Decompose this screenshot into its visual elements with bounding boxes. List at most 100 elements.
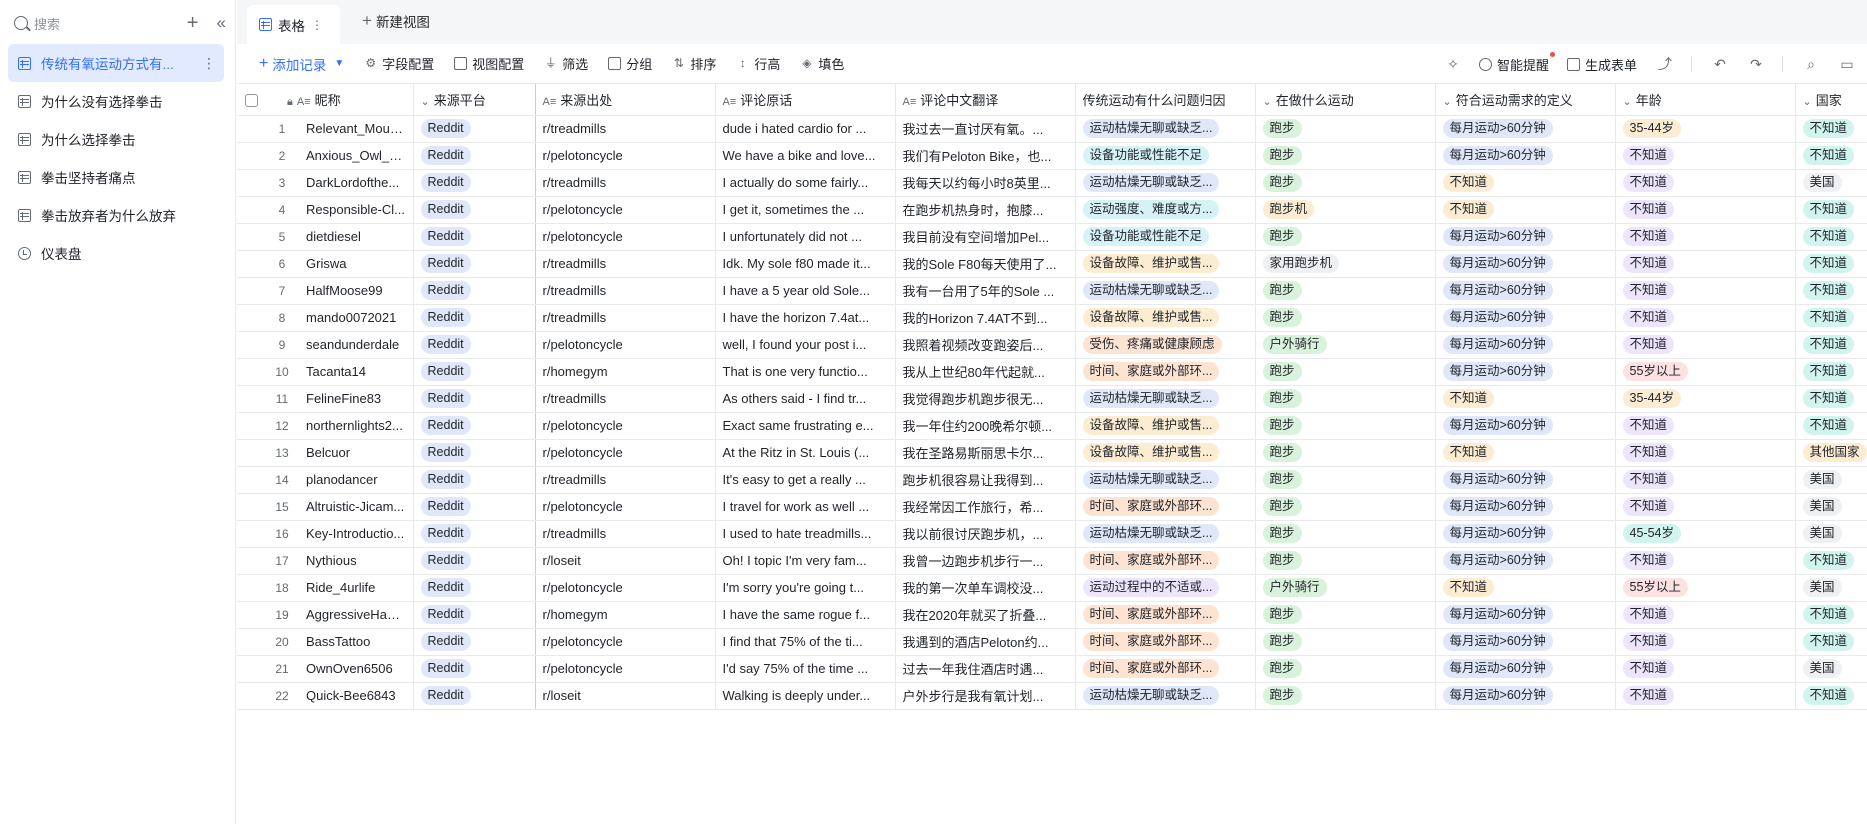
cell-age[interactable]: 不知道 bbox=[1615, 142, 1796, 170]
cell-translation[interactable]: 我经常因工作旅行，希... bbox=[895, 493, 1076, 521]
row-select-cell[interactable] bbox=[237, 547, 265, 575]
table-row[interactable]: 16 Key-Introductio... Reddit r/treadmills I … bbox=[237, 520, 1867, 548]
cell-country[interactable]: 不知道 bbox=[1795, 250, 1867, 278]
cell-translation[interactable]: 户外步行是我有氧计划... bbox=[895, 682, 1076, 710]
table-row[interactable]: 4 Responsible-Cl... Reddit r/pelotoncycle I … bbox=[237, 196, 1867, 224]
cell-problem[interactable]: 设备功能或性能不足 bbox=[1075, 142, 1256, 170]
cell-age[interactable]: 不知道 bbox=[1615, 277, 1796, 305]
cell-problem[interactable]: 运动枯燥无聊或缺乏... bbox=[1075, 682, 1256, 710]
cell-platform[interactable]: Reddit bbox=[413, 601, 536, 629]
cell-country[interactable]: 其他国家 bbox=[1795, 439, 1867, 467]
cell-activity[interactable]: 跑步 bbox=[1255, 385, 1436, 413]
cell-activity[interactable]: 跑步机 bbox=[1255, 196, 1436, 224]
cell-nickname[interactable]: FelineFine83 bbox=[299, 385, 414, 413]
cell-original[interactable]: Walking is deeply under... bbox=[715, 682, 896, 710]
cell-translation[interactable]: 我的Horizon 7.4AT不到... bbox=[895, 304, 1076, 332]
smart-reminder-button[interactable]: 智能提醒 bbox=[1478, 51, 1555, 74]
cell-problem[interactable]: 时间、家庭或外部环... bbox=[1075, 655, 1256, 683]
sidebar-item[interactable]: 为什么选择拳击 bbox=[8, 120, 224, 158]
cell-platform[interactable]: Reddit bbox=[413, 331, 536, 359]
cell-age[interactable]: 不知道 bbox=[1615, 196, 1796, 224]
table-row[interactable]: 1 Relevant_Moun... Reddit r/treadmills dude … bbox=[237, 115, 1867, 143]
table-row[interactable]: 2 Anxious_Owl_6... Reddit r/pelotoncycle We … bbox=[237, 142, 1867, 170]
chevron-down-icon[interactable]: ▼ bbox=[334, 58, 344, 69]
cell-problem[interactable]: 设备故障、维护或售... bbox=[1075, 412, 1256, 440]
sidebar-item[interactable]: 仪表盘 bbox=[8, 234, 224, 272]
cell-platform[interactable]: Reddit bbox=[413, 358, 536, 386]
cell-translation[interactable]: 我以前很讨厌跑步机，... bbox=[895, 520, 1076, 548]
cell-age[interactable]: 不知道 bbox=[1615, 655, 1796, 683]
cell-age[interactable]: 35-44岁 bbox=[1615, 385, 1796, 413]
row-select-cell[interactable] bbox=[237, 277, 265, 305]
cell-original[interactable]: That is one very functio... bbox=[715, 358, 896, 386]
cell-platform[interactable]: Reddit bbox=[413, 304, 536, 332]
cell-platform[interactable]: Reddit bbox=[413, 412, 536, 440]
cell-definition[interactable]: 不知道 bbox=[1435, 385, 1616, 413]
cell-nickname[interactable]: OwnOven6506 bbox=[299, 655, 414, 683]
cell-definition[interactable]: 不知道 bbox=[1435, 169, 1616, 197]
cell-nickname[interactable]: dietdiesel bbox=[299, 223, 414, 251]
comment-icon[interactable]: ▭ bbox=[1839, 56, 1855, 73]
cell-definition[interactable]: 每月运动>60分钟 bbox=[1435, 466, 1616, 494]
table-row[interactable]: 6 Griswa Reddit r/treadmills Idk. My sole f8… bbox=[237, 250, 1867, 278]
collapse-sidebar-icon[interactable]: « bbox=[217, 13, 227, 33]
cell-age[interactable]: 55岁以上 bbox=[1615, 574, 1796, 602]
row-select-cell[interactable] bbox=[237, 169, 265, 197]
cell-original[interactable]: I used to hate treadmills... bbox=[715, 520, 896, 548]
cell-nickname[interactable]: Relevant_Moun... bbox=[299, 115, 414, 143]
cell-nickname[interactable]: Quick-Bee6843 bbox=[299, 682, 414, 710]
cell-translation[interactable]: 我过去一直讨厌有氧。... bbox=[895, 115, 1076, 143]
cell-age[interactable]: 不知道 bbox=[1615, 223, 1796, 251]
cell-platform[interactable]: Reddit bbox=[413, 493, 536, 521]
cell-nickname[interactable]: Anxious_Owl_6... bbox=[299, 142, 414, 170]
cell-activity[interactable]: 跑步 bbox=[1255, 628, 1436, 656]
table-row[interactable]: 18 Ride_4urlife Reddit r/pelotoncycle I'm so… bbox=[237, 574, 1867, 602]
cell-original[interactable]: We have a bike and love... bbox=[715, 142, 896, 170]
cell-original[interactable]: I find that 75% of the ti... bbox=[715, 628, 896, 656]
row-select-cell[interactable] bbox=[237, 358, 265, 386]
cell-country[interactable]: 美国 bbox=[1795, 520, 1867, 548]
cell-problem[interactable]: 时间、家庭或外部环... bbox=[1075, 358, 1256, 386]
cell-source[interactable]: r/treadmills bbox=[535, 115, 716, 143]
view-config-button[interactable]: 视图配置 bbox=[454, 54, 524, 73]
cell-source[interactable]: r/pelotoncycle bbox=[535, 574, 716, 602]
cell-original[interactable]: well, I found your post i... bbox=[715, 331, 896, 359]
cell-source[interactable]: r/loseit bbox=[535, 547, 716, 575]
cell-nickname[interactable]: seandunderdale bbox=[299, 331, 414, 359]
add-record-button[interactable]: + 添加记录 ▼ bbox=[259, 54, 344, 74]
cell-source[interactable]: r/pelotoncycle bbox=[535, 439, 716, 467]
generate-form-button[interactable]: 生成表单 bbox=[1566, 55, 1637, 74]
cell-problem[interactable]: 时间、家庭或外部环... bbox=[1075, 601, 1256, 629]
cell-age[interactable]: 不知道 bbox=[1615, 466, 1796, 494]
cell-age[interactable]: 不知道 bbox=[1615, 547, 1796, 575]
cell-source[interactable]: r/treadmills bbox=[535, 466, 716, 494]
cell-activity[interactable]: 跑步 bbox=[1255, 277, 1436, 305]
new-view-button[interactable]: + 新建视图 bbox=[362, 11, 430, 31]
cell-source[interactable]: r/pelotoncycle bbox=[535, 196, 716, 224]
cell-source[interactable]: r/homegym bbox=[535, 358, 716, 386]
cell-nickname[interactable]: Responsible-Cl... bbox=[299, 196, 414, 224]
cell-definition[interactable]: 不知道 bbox=[1435, 574, 1616, 602]
cell-platform[interactable]: Reddit bbox=[413, 547, 536, 575]
row-select-cell[interactable] bbox=[237, 520, 265, 548]
row-select-cell[interactable] bbox=[237, 655, 265, 683]
cell-definition[interactable]: 每月运动>60分钟 bbox=[1435, 628, 1616, 656]
cell-activity[interactable]: 跑步 bbox=[1255, 466, 1436, 494]
cell-original[interactable]: Idk. My sole f80 made it... bbox=[715, 250, 896, 278]
cell-age[interactable]: 不知道 bbox=[1615, 250, 1796, 278]
cell-problem[interactable]: 设备故障、维护或售... bbox=[1075, 439, 1256, 467]
cell-source[interactable]: r/pelotoncycle bbox=[535, 223, 716, 251]
cell-age[interactable]: 不知道 bbox=[1615, 682, 1796, 710]
cell-problem[interactable]: 运动枯燥无聊或缺乏... bbox=[1075, 520, 1256, 548]
cell-country[interactable]: 不知道 bbox=[1795, 304, 1867, 332]
cell-country[interactable]: 不知道 bbox=[1795, 682, 1867, 710]
table-row[interactable]: 11 FelineFine83 Reddit r/treadmills As other… bbox=[237, 385, 1867, 413]
cell-nickname[interactable]: BassTattoo bbox=[299, 628, 414, 656]
add-table-button[interactable]: + bbox=[183, 13, 203, 33]
cell-translation[interactable]: 我曾一边跑步机步行一... bbox=[895, 547, 1076, 575]
cell-nickname[interactable]: Altruistic-Jicam... bbox=[299, 493, 414, 521]
cell-translation[interactable]: 跑步机很容易让我得到... bbox=[895, 466, 1076, 494]
col-header-translation[interactable]: A≡ 评论中文翻译 bbox=[895, 84, 1076, 116]
table-row[interactable]: 20 BassTattoo Reddit r/pelotoncycle I find t… bbox=[237, 628, 1867, 656]
col-header-activity[interactable]: ⌄ 在做什么运动 bbox=[1255, 84, 1436, 116]
